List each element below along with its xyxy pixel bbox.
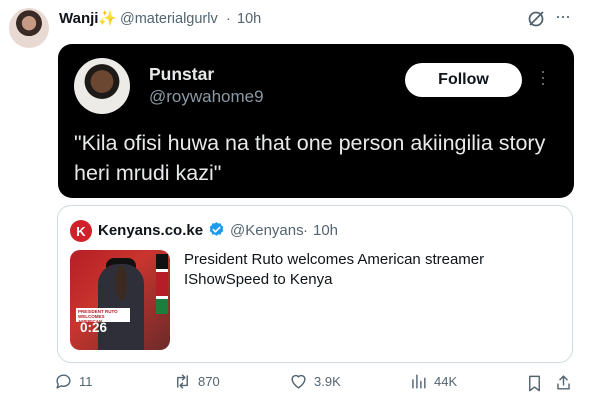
- quote-title: President Ruto welcomes American streame…: [184, 251, 485, 288]
- quote-handle: @Kenyans: [230, 222, 304, 239]
- kenya-flag: [156, 254, 168, 314]
- sparkle-emoji: ✨: [98, 10, 117, 27]
- like-icon: [291, 374, 306, 389]
- like-button[interactable]: 3.9K: [289, 372, 341, 391]
- kenyans-logo: K: [70, 220, 92, 242]
- embedded-post-image[interactable]: Punstar @roywahome9 Follow · · · "Kila ofi…: [58, 44, 574, 198]
- more-icon[interactable]: ···: [555, 6, 571, 27]
- repost-count: 870: [198, 374, 220, 389]
- reply-icon: [56, 374, 71, 389]
- quote-time: 10h: [313, 222, 339, 239]
- quote-separator: ·: [303, 222, 308, 239]
- verified-icon: [209, 222, 224, 236]
- video-duration: 0:26: [80, 320, 108, 335]
- embedded-handle: @roywahome9: [149, 87, 264, 106]
- post-header: Wanji ✨ @materialgurlv · 10h ···: [0, 0, 596, 48]
- embedded-avatar: [74, 58, 130, 114]
- author-name[interactable]: Wanji: [59, 10, 98, 27]
- follow-button: Follow: [405, 63, 522, 97]
- views-button[interactable]: 44K: [409, 372, 457, 391]
- separator-dot: ·: [226, 11, 231, 27]
- post-time[interactable]: 10h: [237, 11, 261, 27]
- action-bar: 11 870 3.9K 44K: [0, 372, 596, 396]
- thumbnail-person: [98, 264, 144, 350]
- embedded-more-icon: · · ·: [540, 61, 546, 93]
- grok-icon[interactable]: [526, 9, 546, 29]
- reply-button[interactable]: 11: [54, 372, 93, 391]
- author-handle[interactable]: @materialgurlv: [120, 11, 218, 27]
- author-avatar[interactable]: [9, 8, 49, 48]
- quoted-post[interactable]: K Kenyans.co.ke @Kenyans · 10h PRESIDENT…: [57, 205, 573, 363]
- repost-button[interactable]: 870: [173, 372, 220, 391]
- share-icon[interactable]: [554, 373, 573, 392]
- views-icon: [412, 374, 426, 389]
- quote-author-name: Kenyans.co.ke: [98, 222, 204, 239]
- views-count: 44K: [434, 374, 458, 389]
- like-count: 3.9K: [314, 374, 341, 389]
- repost-icon: [177, 374, 188, 389]
- reply-count: 11: [79, 374, 93, 389]
- video-thumbnail[interactable]: PRESIDENT RUTO WELCOMES AMERICAN 0:26: [70, 250, 170, 350]
- embedded-name: Punstar: [149, 64, 215, 84]
- embedded-post-text: "Kila ofisi huwa na that one person akii…: [74, 131, 546, 185]
- bookmark-icon[interactable]: [525, 374, 544, 393]
